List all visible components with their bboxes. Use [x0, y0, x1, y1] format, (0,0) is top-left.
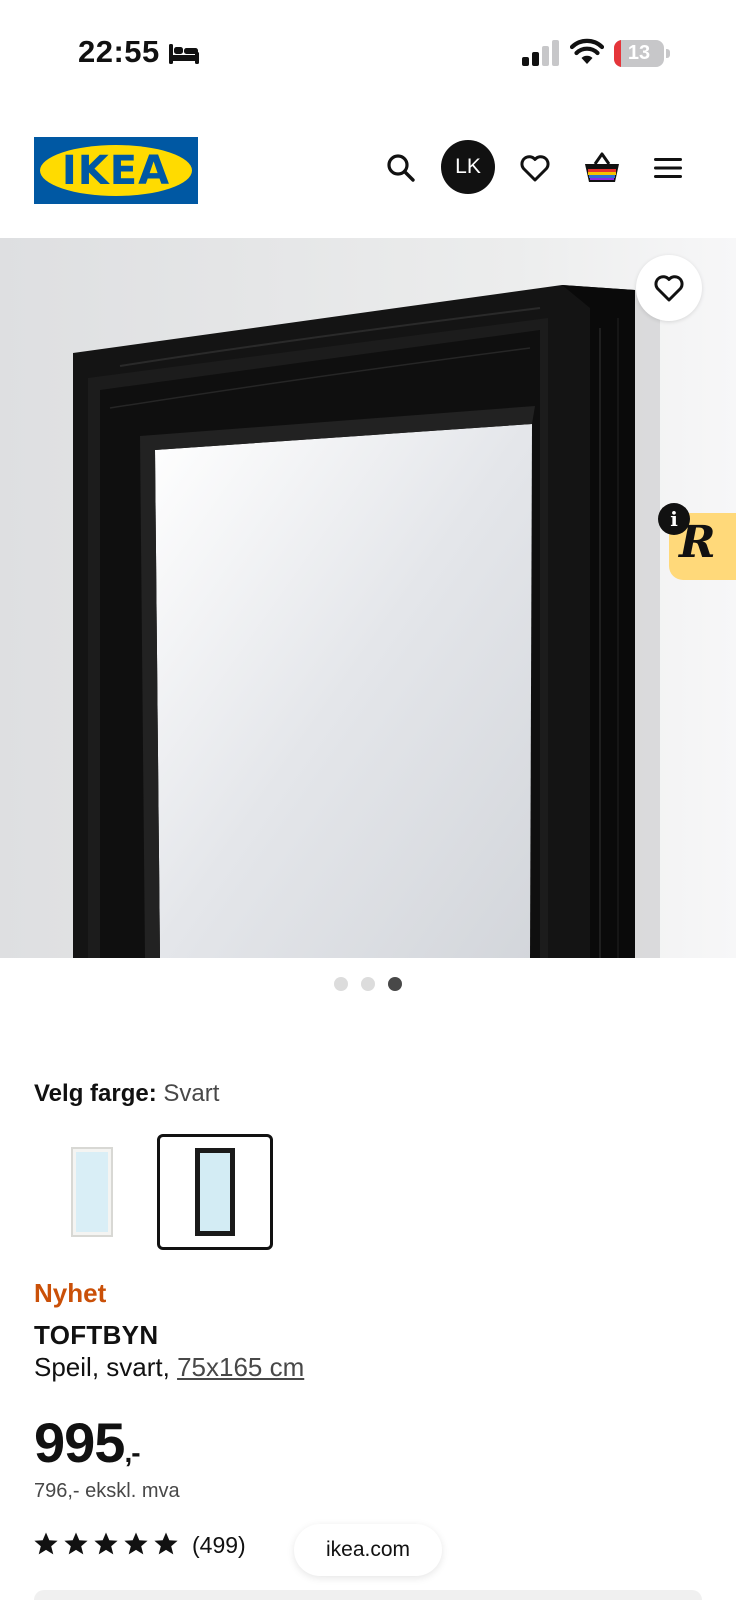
white-mirror-thumbnail	[71, 1147, 113, 1237]
heart-icon	[654, 275, 684, 302]
search-button[interactable]	[379, 146, 423, 190]
color-label-key: Velg farge:	[34, 1080, 157, 1107]
status-bar: 22:55 13	[0, 0, 736, 100]
carousel-dots	[0, 977, 736, 991]
basket-button[interactable]	[580, 146, 624, 190]
menu-button[interactable]	[646, 146, 690, 190]
favourites-button[interactable]	[513, 146, 557, 190]
swatch-white[interactable]	[34, 1134, 150, 1250]
browser-url-pill[interactable]: ikea.com	[294, 1524, 442, 1576]
price-excl-vat: 796,- ekskl. mva	[34, 1480, 180, 1502]
size-link[interactable]: 75x165 cm	[177, 1352, 304, 1382]
battery-indicator: 13	[614, 40, 670, 67]
swatch-black[interactable]	[157, 1134, 273, 1250]
star-icon	[94, 1532, 118, 1555]
black-mirror-thumbnail	[195, 1148, 235, 1236]
search-icon	[387, 154, 415, 182]
bottom-sheet-edge	[34, 1590, 702, 1600]
basket-icon	[585, 152, 619, 182]
price: 995,-	[34, 1410, 141, 1475]
star-icon	[64, 1532, 88, 1555]
carousel-dot[interactable]	[361, 977, 375, 991]
color-label: Velg farge: Svart	[34, 1080, 219, 1108]
description-text: Speil, svart,	[34, 1352, 178, 1382]
cellular-signal-icon	[522, 40, 559, 66]
info-icon[interactable]: i	[658, 503, 690, 535]
ikea-logo[interactable]: IKEA	[34, 137, 198, 204]
product-image[interactable]: R i	[0, 238, 736, 958]
rating-stars[interactable]	[33, 1531, 179, 1559]
new-badge: Nyhet	[34, 1278, 107, 1308]
status-time: 22:55	[78, 34, 160, 69]
product-name: TOFTBYN	[34, 1320, 159, 1350]
image-favourite-button[interactable]	[636, 255, 702, 321]
mirror-photo	[0, 238, 736, 958]
color-label-value: Svart	[163, 1080, 220, 1107]
review-count[interactable]: (499)	[192, 1532, 246, 1559]
user-avatar[interactable]: LK	[441, 140, 495, 194]
product-description: Speil, svart, 75x165 cm	[34, 1352, 304, 1383]
wifi-icon	[570, 38, 604, 64]
heart-icon	[520, 155, 550, 182]
price-suffix: ,-	[124, 1437, 140, 1468]
menu-icon	[654, 158, 682, 178]
logo-text: IKEA	[61, 148, 171, 194]
star-icon	[124, 1532, 148, 1555]
star-icon	[154, 1532, 178, 1555]
battery-level: 13	[627, 42, 651, 64]
price-value: 995	[34, 1411, 125, 1474]
star-icon	[34, 1532, 58, 1555]
carousel-dot[interactable]	[334, 977, 348, 991]
site-header: IKEA LK	[0, 100, 736, 238]
sleep-focus-icon	[169, 44, 199, 64]
carousel-dot[interactable]	[388, 977, 402, 991]
